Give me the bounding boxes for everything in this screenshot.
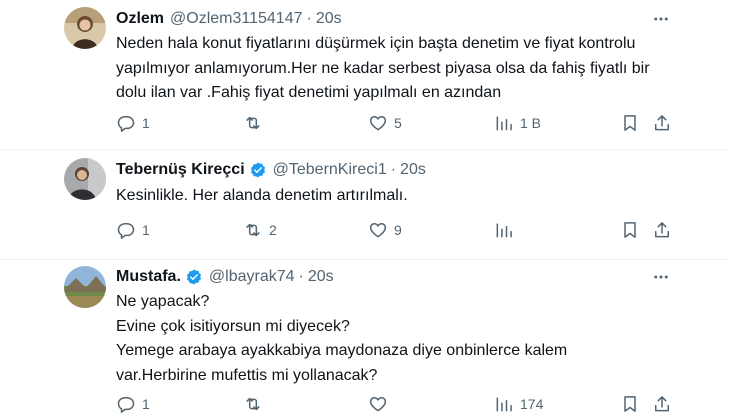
tweet-text-line: Ne yapacak? — [116, 293, 210, 310]
tweet-text: Ne yapacak? Evine çok isitiyorsun mi diy… — [116, 290, 676, 388]
reply-icon — [116, 220, 136, 240]
tweet-text-line: yapılmıyor anlamıyorum.Her ne kadar serb… — [116, 59, 650, 77]
views-count: 174 — [520, 396, 544, 412]
views-button[interactable]: 174 — [494, 392, 543, 416]
tweet-text: Neden hala konut fiyatlarını düşürmek iç… — [116, 32, 676, 106]
reply-count: 1 — [142, 396, 150, 412]
retweet-icon — [243, 113, 263, 133]
bookmark-icon — [620, 220, 640, 240]
like-count: 5 — [394, 115, 402, 131]
tweet-text-line: Evine çok isitiyorsun mi diyecek? — [116, 317, 350, 335]
tweet-text-line: Yemege arabaya ayakkabiya maydonaza diye… — [116, 342, 568, 359]
reply-count: 1 — [142, 115, 150, 131]
avatar[interactable] — [64, 158, 106, 200]
retweet-button[interactable] — [243, 111, 269, 135]
share-icon — [652, 113, 672, 133]
verified-badge-icon — [185, 268, 203, 286]
retweet-button[interactable] — [243, 392, 269, 416]
reply-icon — [116, 113, 136, 133]
share-button[interactable] — [652, 111, 672, 135]
tweet-text-line: Neden hala konut fiyatlarını düşürmek iç… — [116, 35, 636, 52]
avatar[interactable] — [64, 7, 106, 49]
retweet-icon — [243, 220, 263, 240]
like-icon — [368, 113, 388, 133]
user-handle[interactable]: @Ozlem31154147 — [170, 10, 302, 28]
like-button[interactable]: 9 — [368, 218, 402, 242]
timestamp[interactable]: 20s — [400, 161, 426, 179]
like-icon — [368, 394, 388, 414]
share-button[interactable] — [652, 392, 672, 416]
user-handle[interactable]: @TebernKireci1 — [273, 161, 387, 179]
like-button[interactable] — [368, 392, 394, 416]
bookmark-icon — [620, 113, 640, 133]
tweet-actions: 1 2 9 — [0, 218, 730, 242]
user-handle[interactable]: @lbayrak74 — [209, 268, 295, 286]
tweet-ozlem[interactable]: Ozlem @Ozlem31154147 · 20s Neden hala ko… — [0, 0, 730, 150]
tweet-tebernus[interactable]: Tebernüş Kireçci @TebernKireci1 · 20s Ke… — [0, 150, 730, 260]
like-count: 9 — [394, 222, 402, 238]
reply-button[interactable]: 1 — [116, 218, 150, 242]
tweet-header: Mustafa. @lbayrak74 · 20s — [116, 266, 334, 288]
retweet-icon — [243, 394, 263, 414]
reply-button[interactable]: 1 — [116, 111, 150, 135]
like-button[interactable]: 5 — [368, 111, 402, 135]
tweet-text: Kesinlikle. Her alanda denetim artırılma… — [116, 184, 676, 209]
tweet-actions: 1 5 1 B — [0, 111, 730, 135]
share-button[interactable] — [652, 218, 672, 242]
timestamp[interactable]: 20s — [308, 268, 334, 286]
reply-count: 1 — [142, 222, 150, 238]
more-icon[interactable] — [651, 9, 671, 29]
retweet-count: 2 — [269, 222, 277, 238]
views-button[interactable] — [494, 218, 520, 242]
tweet-header: Ozlem @Ozlem31154147 · 20s — [116, 8, 342, 30]
separator-dot: · — [306, 10, 312, 27]
bookmark-icon — [620, 394, 640, 414]
reply-icon — [116, 394, 136, 414]
more-icon[interactable] — [651, 267, 671, 287]
user-name[interactable]: Mustafa. — [116, 268, 181, 286]
bookmark-button[interactable] — [620, 218, 640, 242]
views-button[interactable]: 1 B — [494, 111, 541, 135]
tweet-text-line: var.Herbirine mufettis mi yollanacak? — [116, 366, 378, 384]
views-icon — [494, 394, 514, 414]
retweet-button[interactable]: 2 — [243, 218, 277, 242]
like-icon — [368, 220, 388, 240]
user-name[interactable]: Tebernüş Kireçci — [116, 161, 245, 179]
avatar[interactable] — [64, 266, 106, 308]
tweet-text-line: Kesinlikle. Her alanda denetim artırılma… — [116, 187, 408, 204]
share-icon — [652, 220, 672, 240]
tweet-mustafa[interactable]: Mustafa. @lbayrak74 · 20s Ne yapacak? Ev… — [0, 260, 730, 420]
verified-badge-icon — [249, 161, 267, 179]
tweet-actions: 1 174 — [0, 392, 730, 416]
user-name[interactable]: Ozlem — [116, 10, 164, 28]
separator-dot: · — [390, 161, 397, 178]
share-icon — [652, 394, 672, 414]
views-icon — [494, 113, 514, 133]
views-icon — [494, 220, 514, 240]
tweet-header: Tebernüş Kireçci @TebernKireci1 · 20s — [116, 159, 426, 181]
separator-dot: · — [298, 268, 304, 285]
views-count: 1 B — [520, 115, 542, 131]
bookmark-button[interactable] — [620, 392, 640, 416]
bookmark-button[interactable] — [620, 111, 640, 135]
reply-button[interactable]: 1 — [116, 392, 150, 416]
timestamp[interactable]: 20s — [316, 10, 342, 28]
tweet-text-line: dolu ilan var .Fahiş fiyat denetimi yapı… — [116, 84, 502, 101]
